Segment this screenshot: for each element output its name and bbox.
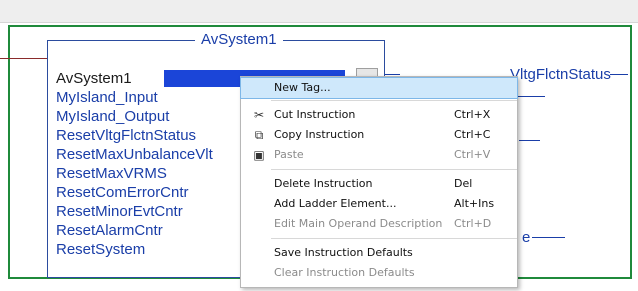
menu-item-new-tag[interactable]: New Tag... (240, 77, 518, 99)
menu-item-edit-main-operand-description-label: Edit Main Operand Description (274, 217, 443, 230)
menu-item-cut-instruction[interactable]: ✂ Cut Instruction Ctrl+X (241, 105, 517, 125)
menu-item-copy-instruction-label: Copy Instruction (274, 128, 365, 141)
menu-item-copy-instruction-shortcut: Ctrl+C (454, 128, 491, 141)
menu-separator-3 (271, 238, 517, 239)
menu-item-delete-instruction[interactable]: Delete Instruction Del (241, 174, 517, 194)
aoi-row-8[interactable]: ResetMinorEvtCntr (56, 203, 183, 220)
menu-item-clear-instruction-defaults[interactable]: Clear Instruction Defaults (241, 263, 517, 283)
aoi-row-6[interactable]: ResetMaxVRMS (56, 165, 167, 182)
aoi-row-4[interactable]: ResetVltgFlctnStatus (56, 127, 196, 144)
aoi-row-3[interactable]: MyIsland_Output (56, 108, 169, 125)
aoi-row-1[interactable]: AvSystem1 (56, 70, 132, 87)
right-pin-line-third (519, 140, 540, 141)
menu-separator-2 (271, 169, 517, 170)
menu-item-add-ladder-element-label: Add Ladder Element... (274, 197, 397, 210)
menu-item-cut-instruction-label: Cut Instruction (274, 108, 356, 121)
aoi-row-9[interactable]: ResetAlarmCntr (56, 222, 163, 239)
aoi-row-2[interactable]: MyIsland_Input (56, 89, 158, 106)
paste-icon: ▣ (253, 148, 265, 162)
aoi-title-line-right (289, 40, 385, 41)
right-pin-line-bottom (532, 237, 565, 238)
menu-item-add-ladder-element-shortcut: Alt+Ins (454, 197, 495, 210)
menu-item-edit-main-operand-description[interactable]: Edit Main Operand Description Ctrl+D (241, 214, 517, 234)
editor-top-strip (0, 0, 638, 23)
menu-item-save-instruction-defaults[interactable]: Save Instruction Defaults (241, 243, 517, 263)
left-rung-wire (0, 58, 47, 59)
menu-item-save-instruction-defaults-label: Save Instruction Defaults (274, 246, 413, 259)
logix-ladder-editor: AvSystem1 AvSystem1 MyIsland_Input MyIsl… (0, 0, 638, 291)
menu-item-add-ladder-element[interactable]: Add Ladder Element... Alt+Ins (241, 194, 517, 214)
aoi-row-5[interactable]: ResetMaxUnbalanceVlt (56, 146, 213, 163)
right-pin-line-top (610, 74, 628, 75)
aoi-row-7[interactable]: ResetComErrorCntr (56, 184, 189, 201)
menu-item-copy-instruction[interactable]: ⧉ Copy Instruction Ctrl+C (241, 125, 517, 145)
aoi-title-line-left (48, 40, 195, 41)
menu-separator-1 (271, 100, 517, 101)
menu-item-paste-shortcut: Ctrl+V (454, 148, 491, 161)
copy-icon: ⧉ (254, 128, 264, 142)
menu-item-paste-label: Paste (274, 148, 304, 161)
menu-item-delete-instruction-shortcut: Del (454, 177, 473, 190)
aoi-row-10[interactable]: ResetSystem (56, 241, 145, 258)
menu-item-paste[interactable]: ▣ Paste Ctrl+V (241, 145, 517, 165)
top-blue-wire (385, 74, 400, 75)
menu-item-clear-instruction-defaults-label: Clear Instruction Defaults (274, 266, 415, 279)
menu-item-delete-instruction-label: Delete Instruction (274, 177, 373, 190)
right-pin-label-bottom: e (522, 229, 531, 246)
menu-item-new-tag-label: New Tag... (274, 81, 331, 94)
aoi-title: AvSystem1 (195, 31, 283, 49)
instruction-context-menu[interactable]: New Tag... ✂ Cut Instruction Ctrl+X ⧉ Co… (240, 76, 518, 288)
menu-item-edit-main-operand-description-shortcut: Ctrl+D (454, 217, 492, 230)
right-pin-label-top: VltgFlctnStatus (510, 66, 611, 83)
cut-icon: ✂ (253, 108, 265, 122)
menu-item-cut-instruction-shortcut: Ctrl+X (454, 108, 491, 121)
